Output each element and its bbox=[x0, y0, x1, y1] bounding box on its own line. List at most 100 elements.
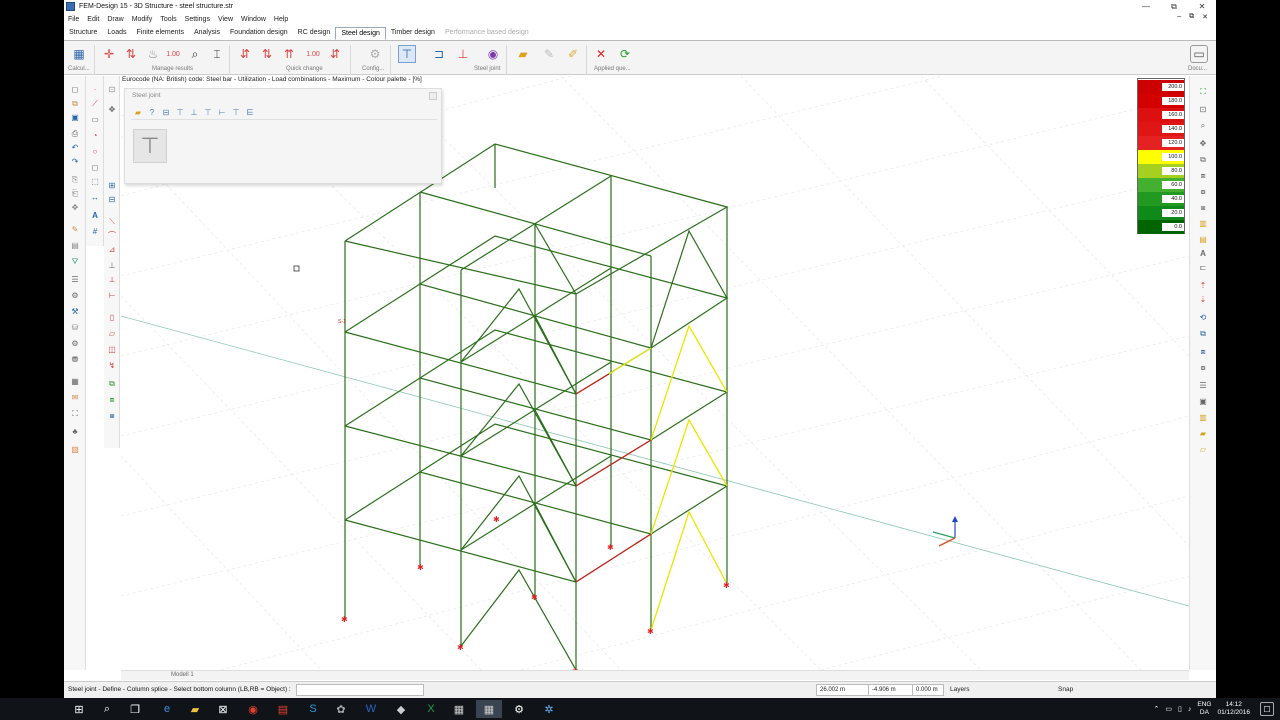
pen-icon[interactable]: ✎ bbox=[540, 45, 558, 63]
properties-icon[interactable]: ⚙ bbox=[69, 290, 81, 301]
edge-icon[interactable]: e bbox=[154, 700, 180, 718]
layers-view-icon[interactable]: ⧈ bbox=[1197, 346, 1209, 357]
open-icon[interactable]: ▰ bbox=[131, 107, 145, 119]
support-display-icon[interactable]: ⇣ bbox=[1197, 294, 1209, 305]
hash-icon[interactable]: # bbox=[89, 226, 101, 237]
tab-loads[interactable]: Loads bbox=[102, 27, 131, 40]
quick-change-icon[interactable]: ⇵ bbox=[326, 45, 344, 63]
pan-icon[interactable]: ✥ bbox=[1197, 138, 1209, 149]
arc-icon[interactable]: ◔ bbox=[89, 130, 101, 141]
chevron-up-icon[interactable]: ⌃ bbox=[1154, 705, 1160, 713]
export-icon[interactable]: ▱ bbox=[1197, 444, 1209, 455]
save-view-icon[interactable]: ▣ bbox=[1197, 396, 1209, 407]
skype-icon[interactable]: S bbox=[300, 700, 326, 718]
image-icon[interactable]: ▤ bbox=[69, 240, 81, 251]
note-icon[interactable]: ✉ bbox=[69, 392, 81, 403]
move-icon[interactable]: ✥ bbox=[69, 202, 81, 213]
folder-icon[interactable]: ▰ bbox=[514, 45, 532, 63]
calculate-icon[interactable]: ▦ bbox=[70, 45, 88, 63]
settings-icon[interactable]: ⚒ bbox=[69, 306, 81, 317]
rotate-icon[interactable]: ▯ bbox=[106, 312, 118, 323]
windows-start-icon[interactable]: ⊞ bbox=[66, 700, 92, 718]
arrows-result-icon[interactable]: ⇅ bbox=[122, 45, 140, 63]
beam-icon[interactable]: ⊤ bbox=[173, 107, 187, 119]
display-icon[interactable]: ▥ bbox=[1197, 218, 1209, 229]
column-icon[interactable]: ⊟ bbox=[159, 107, 173, 119]
rectangle-icon[interactable]: ▭ bbox=[89, 114, 101, 125]
chrome-icon[interactable]: ◉ bbox=[240, 700, 266, 718]
material-icon[interactable]: ▧ bbox=[69, 444, 81, 455]
pointer-icon[interactable]: ◻ bbox=[69, 84, 81, 95]
tab-analysis[interactable]: Analysis bbox=[189, 27, 225, 40]
break-icon[interactable]: ⊢ bbox=[106, 290, 118, 301]
help-icon[interactable]: ? bbox=[145, 107, 159, 119]
paste-icon[interactable]: ⎗ bbox=[69, 188, 81, 199]
snap-icon[interactable]: ⊟ bbox=[106, 194, 118, 205]
file-explorer-icon[interactable]: ▰ bbox=[182, 700, 208, 718]
quick-change-icon[interactable]: ⇅ bbox=[258, 45, 276, 63]
menu-file[interactable]: File bbox=[68, 16, 79, 23]
layers-label[interactable]: Layers bbox=[950, 686, 970, 693]
web-icon[interactable]: ⊢ bbox=[215, 107, 229, 119]
clock[interactable]: 14:12 01/12/2016 bbox=[1217, 701, 1250, 717]
ungroup-icon[interactable]: ⧈ bbox=[106, 394, 118, 405]
fem-design-taskbar-icon[interactable]: ▦ bbox=[476, 700, 502, 718]
camera-icon[interactable]: ⛶ bbox=[69, 408, 81, 419]
array-icon[interactable]: ↯ bbox=[106, 360, 118, 371]
library-icon[interactable]: ▥ bbox=[1197, 412, 1209, 423]
acrobat-icon[interactable]: ▤ bbox=[270, 700, 296, 718]
gear-icon[interactable]: ⚙ bbox=[366, 45, 384, 63]
menu-help[interactable]: Help bbox=[274, 16, 288, 23]
object-view-icon[interactable]: ⧇ bbox=[1197, 362, 1209, 373]
tab-timber-design[interactable]: Timber design bbox=[386, 27, 440, 40]
circle-icon[interactable]: ○ bbox=[89, 146, 101, 157]
layer-icon[interactable]: ⛁ bbox=[69, 322, 81, 333]
z-coordinate[interactable]: 0.000 m bbox=[912, 684, 944, 696]
zoom-icon[interactable]: ⌕ bbox=[1197, 120, 1209, 131]
restore-button[interactable]: ⧉ bbox=[1160, 0, 1188, 13]
mirror-icon[interactable]: ⊥ bbox=[106, 260, 118, 271]
bolt-icon[interactable]: ⊤ bbox=[229, 107, 243, 119]
zoom-icon[interactable]: ⌕ bbox=[186, 45, 204, 63]
view-top-icon[interactable]: ⧈ bbox=[1197, 170, 1209, 181]
task-view-icon[interactable]: ❐ bbox=[122, 700, 148, 718]
doc-restore-button[interactable]: ⧉ bbox=[1189, 13, 1194, 21]
folder-view-icon[interactable]: ▰ bbox=[1197, 428, 1209, 439]
zoom-window-icon[interactable]: ⊡ bbox=[1197, 104, 1209, 115]
bulb-icon[interactable]: ♨ bbox=[144, 45, 162, 63]
menu-draw[interactable]: Draw bbox=[107, 16, 123, 23]
extend-icon[interactable]: ⌒ bbox=[106, 230, 118, 241]
display-option-icon[interactable]: ▤ bbox=[1197, 234, 1209, 245]
trim-icon[interactable]: ⟍ bbox=[106, 216, 118, 227]
tab-foundation-design[interactable]: Foundation design bbox=[225, 27, 293, 40]
view-front-icon[interactable]: ⧇ bbox=[1197, 186, 1209, 197]
y-coordinate[interactable]: -4.906 m bbox=[868, 684, 914, 696]
calculator-icon[interactable]: ▦ bbox=[446, 700, 472, 718]
offset-icon[interactable]: ⊿ bbox=[106, 244, 118, 255]
line-icon[interactable]: ⟋ bbox=[89, 98, 101, 109]
point-icon[interactable]: · bbox=[89, 84, 101, 95]
menu-view[interactable]: View bbox=[218, 16, 233, 23]
tools-icon[interactable]: ⚙ bbox=[69, 338, 81, 349]
app-icon[interactable]: ✿ bbox=[328, 700, 354, 718]
split-icon[interactable]: ⟂ bbox=[106, 274, 118, 285]
doc-minimize-button[interactable]: – bbox=[1177, 13, 1181, 21]
group-icon[interactable]: ⧉ bbox=[106, 378, 118, 389]
layers-icon[interactable]: ⧉ bbox=[69, 98, 81, 109]
print-icon[interactable]: ⎙ bbox=[69, 128, 81, 139]
tab-rc-design[interactable]: RC design bbox=[293, 27, 336, 40]
plate-icon[interactable]: ⊥ bbox=[187, 107, 201, 119]
select-icon[interactable]: ⊡ bbox=[106, 84, 118, 95]
snap-label[interactable]: Snap bbox=[1058, 686, 1073, 693]
view-3d-icon[interactable]: ⧉ bbox=[1197, 154, 1209, 165]
list-view-icon[interactable]: ☰ bbox=[1197, 380, 1209, 391]
dimension-icon[interactable]: ↔ bbox=[89, 192, 101, 203]
scale-icon[interactable]: ▱ bbox=[106, 328, 118, 339]
close-button[interactable]: ✕ bbox=[1188, 0, 1216, 13]
menu-modify[interactable]: Modify bbox=[132, 16, 153, 23]
command-input[interactable] bbox=[296, 684, 424, 696]
grid-icon[interactable]: ⊞ bbox=[106, 180, 118, 191]
explode-icon[interactable]: ⧆ bbox=[106, 410, 118, 421]
add-result-icon[interactable]: ✛ bbox=[100, 45, 118, 63]
volume-icon[interactable]: ♪ bbox=[1188, 706, 1192, 713]
